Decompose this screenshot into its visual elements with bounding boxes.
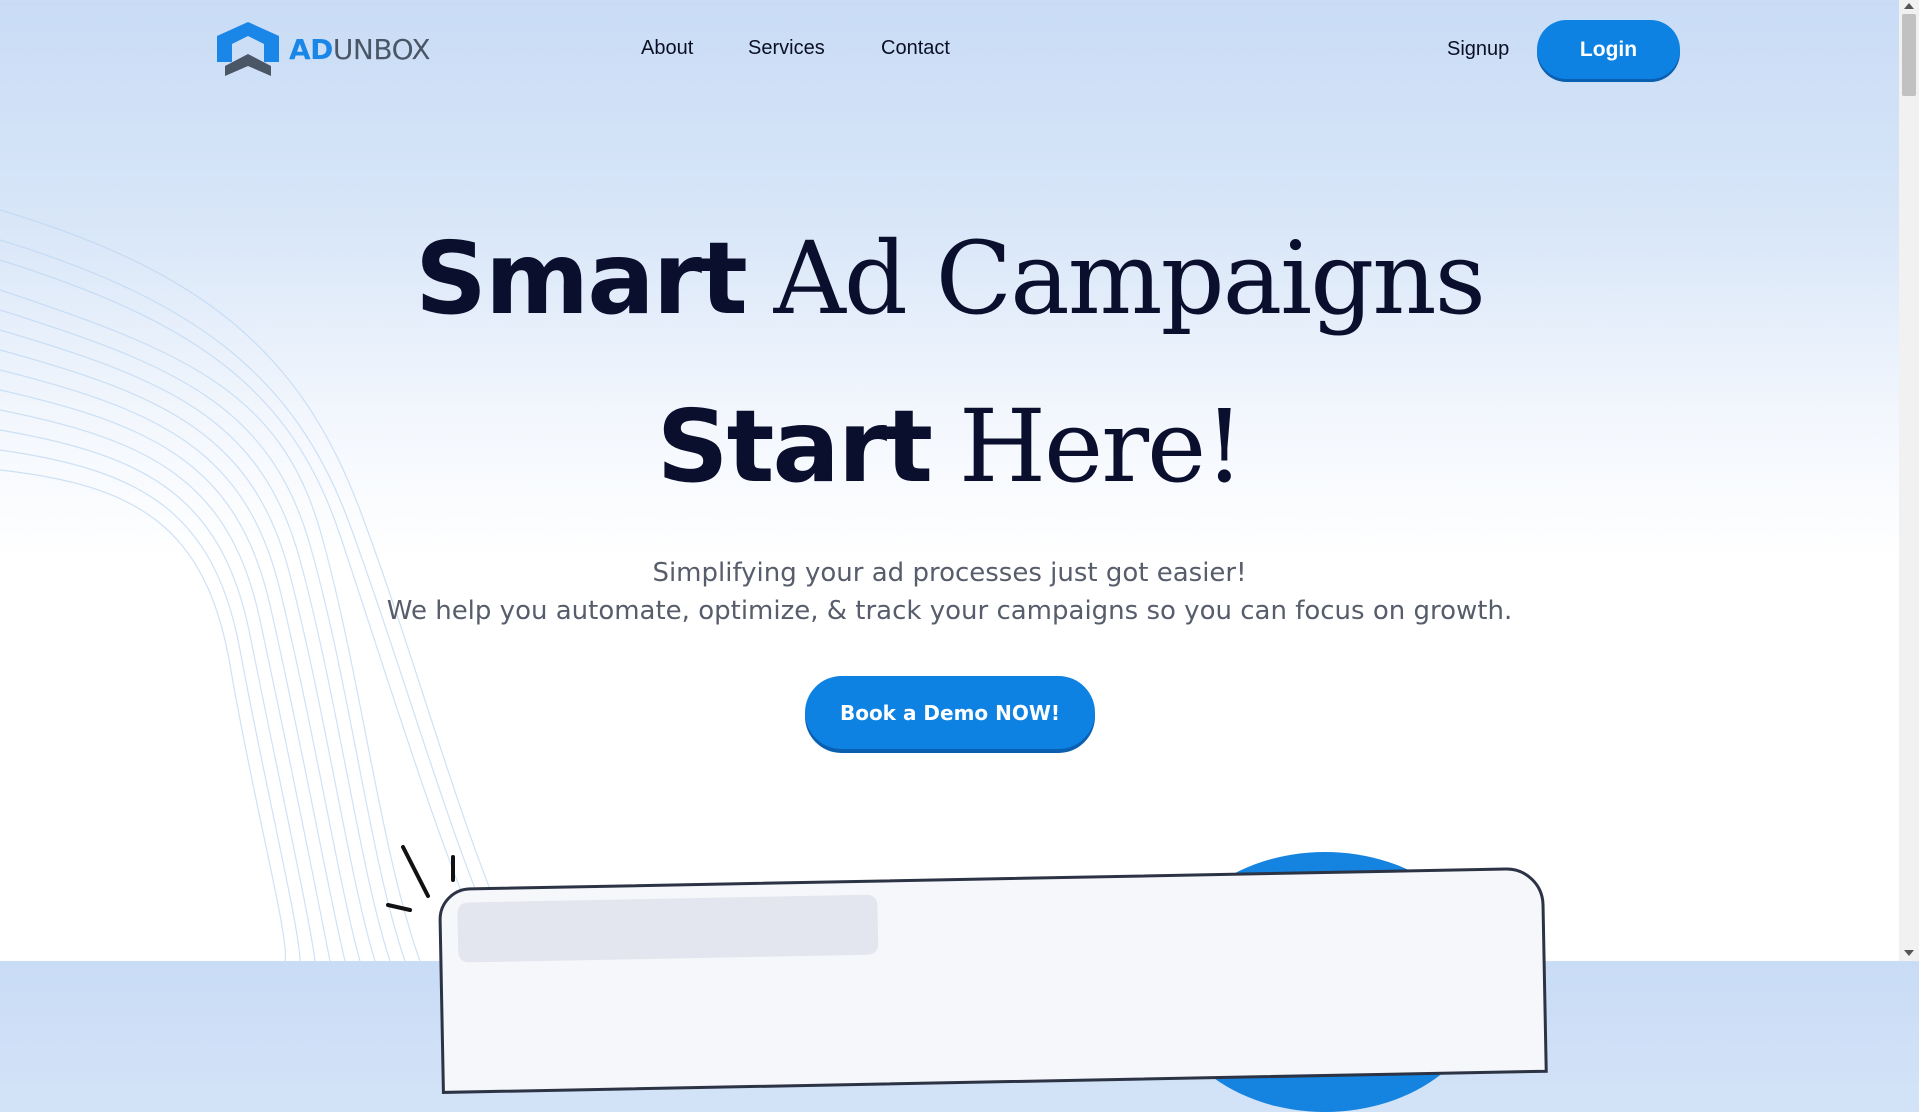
signup-link[interactable]: Signup xyxy=(1447,38,1509,61)
login-button[interactable]: Login xyxy=(1537,20,1680,79)
scrollbar-thumb[interactable] xyxy=(1902,14,1916,96)
hero-title-serif-1: Ad Campaigns xyxy=(773,220,1486,337)
site-header: ADUNBOX About Services Contact Signup Lo… xyxy=(0,0,1899,100)
brand-name: ADUNBOX xyxy=(289,32,431,66)
dashboard-preview-header xyxy=(457,894,879,963)
hero-title-line1: Smart Ad Campaigns xyxy=(0,220,1899,337)
nav-contact[interactable]: Contact xyxy=(881,37,950,60)
hero-title-serif-2: Here! xyxy=(958,388,1245,505)
hero-title-line2: Start Here! xyxy=(0,388,1899,505)
dashboard-preview-frame xyxy=(438,866,1548,1094)
adunbox-logo-icon xyxy=(217,22,279,76)
scroll-up-arrow-icon[interactable] xyxy=(1904,3,1914,9)
book-demo-button[interactable]: Book a Demo NOW! xyxy=(805,676,1095,749)
hero-title-bold-1: Smart xyxy=(415,220,748,337)
hero-title-bold-2: Start xyxy=(656,388,933,505)
brand-name-ad: AD xyxy=(289,32,333,66)
scroll-down-arrow-icon[interactable] xyxy=(1904,950,1914,956)
hero-subtitle-2: We help you automate, optimize, & track … xyxy=(386,596,1513,626)
hero-subtitle-1: Simplifying your ad processes just got e… xyxy=(652,558,1247,588)
nav-services[interactable]: Services xyxy=(748,37,825,60)
brand-logo[interactable]: ADUNBOX xyxy=(217,22,431,76)
nav-about[interactable]: About xyxy=(641,37,693,60)
brand-name-unbox: UNBOX xyxy=(332,32,431,66)
page-scrollbar[interactable] xyxy=(1899,0,1919,961)
